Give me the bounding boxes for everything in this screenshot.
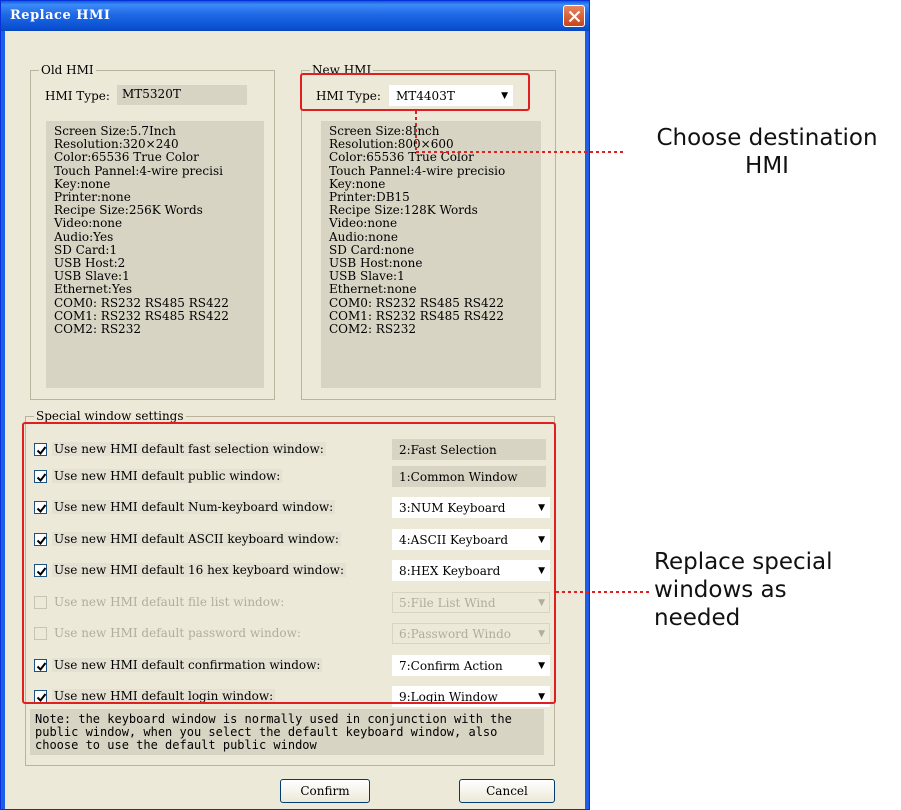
choose-destination-callout: Choose destination HMI	[656, 125, 878, 179]
special-windows-highlight-box	[22, 422, 556, 704]
replace-windows-callout: Replace special windows as needed	[654, 549, 833, 631]
